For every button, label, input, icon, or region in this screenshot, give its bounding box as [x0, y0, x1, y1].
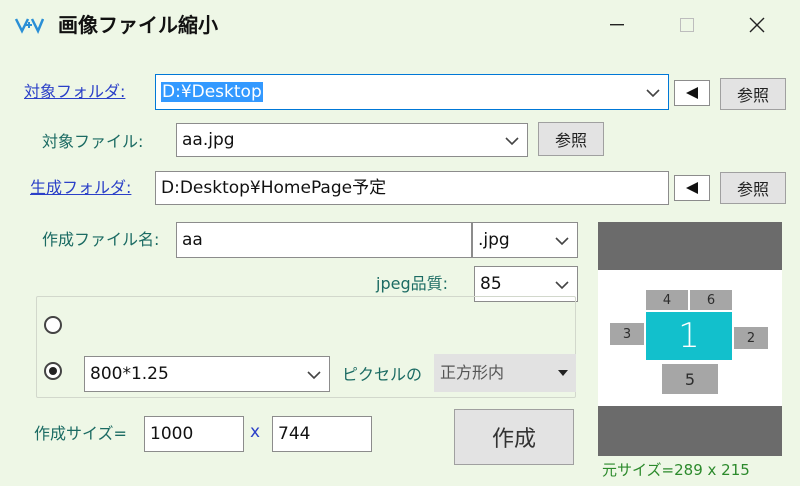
close-icon — [749, 17, 765, 33]
output-folder-back-button[interactable] — [674, 175, 710, 201]
app-icon — [14, 18, 44, 35]
preview-canvas: 4 6 3 1 2 5 — [598, 270, 782, 406]
chevron-down-icon — [307, 371, 321, 380]
maximize-icon — [680, 18, 694, 32]
target-folder-value: D:¥Desktop — [161, 82, 263, 102]
preview-box-6: 6 — [690, 290, 732, 310]
output-folder-browse-button[interactable]: 参照 — [720, 172, 786, 204]
output-folder-link[interactable]: 生成フォルダ: — [30, 176, 131, 200]
times-symbol: x — [250, 422, 261, 442]
preview-box-4: 4 — [646, 290, 688, 310]
created-size-label: 作成サイズ= — [34, 424, 127, 443]
chevron-down-icon — [555, 237, 569, 246]
triangle-left-icon — [686, 182, 698, 194]
target-file-label: 対象ファイル: — [42, 132, 144, 151]
close-button[interactable] — [734, 8, 780, 42]
target-folder-back-button[interactable] — [674, 80, 710, 106]
target-file-combo[interactable]: aa.jpg — [176, 123, 528, 157]
jpeg-quality-value: 85 — [480, 274, 502, 294]
preview-panel: 4 6 3 1 2 5 — [598, 222, 782, 456]
size-value: 800*1.25 — [90, 364, 169, 384]
maximize-button[interactable] — [664, 8, 710, 42]
fit-mode-combo[interactable]: 正方形内 — [434, 354, 576, 392]
triangle-left-icon — [686, 87, 698, 99]
extension-value: .jpg — [478, 230, 510, 250]
size-option-1-radio[interactable] — [44, 316, 62, 334]
preview-box-1: 1 — [646, 312, 732, 360]
minimize-icon — [610, 24, 624, 26]
target-folder-link[interactable]: 対象フォルダ: — [24, 80, 125, 104]
original-size-label: 元サイズ=289 x 215 — [602, 461, 750, 479]
output-filename-label: 作成ファイル名: — [42, 230, 160, 249]
pixel-label: ピクセルの — [342, 365, 423, 384]
preview-box-5: 5 — [662, 364, 718, 394]
size-option-2-radio[interactable] — [44, 362, 62, 380]
fit-mode-value: 正方形内 — [440, 363, 505, 382]
target-folder-browse-button[interactable]: 参照 — [720, 78, 786, 110]
target-file-value: aa.jpg — [182, 130, 235, 150]
target-folder-combo[interactable]: D:¥Desktop — [155, 74, 669, 110]
chevron-down-icon — [555, 281, 569, 290]
created-width-input[interactable]: 1000 — [144, 416, 244, 452]
output-filename-input[interactable]: aa — [176, 222, 472, 258]
preview-box-3: 3 — [610, 323, 644, 345]
window-title: 画像ファイル縮小 — [58, 13, 218, 37]
radio-selected-dot — [49, 367, 57, 375]
output-folder-field[interactable]: D:Desktop¥HomePage予定 — [155, 171, 669, 205]
size-value-combo[interactable]: 800*1.25 — [84, 356, 330, 392]
created-height-input[interactable]: 744 — [272, 416, 372, 452]
preview-box-2: 2 — [734, 327, 768, 349]
minimize-button[interactable] — [594, 8, 640, 42]
jpeg-quality-label: jpeg品質: — [376, 274, 448, 293]
target-file-browse-button[interactable]: 参照 — [538, 122, 604, 156]
dropdown-arrow-icon — [558, 370, 568, 376]
chevron-down-icon — [646, 89, 660, 98]
extension-combo[interactable]: .jpg — [472, 222, 578, 258]
chevron-down-icon — [505, 137, 519, 146]
create-button[interactable]: 作成 — [454, 409, 574, 465]
